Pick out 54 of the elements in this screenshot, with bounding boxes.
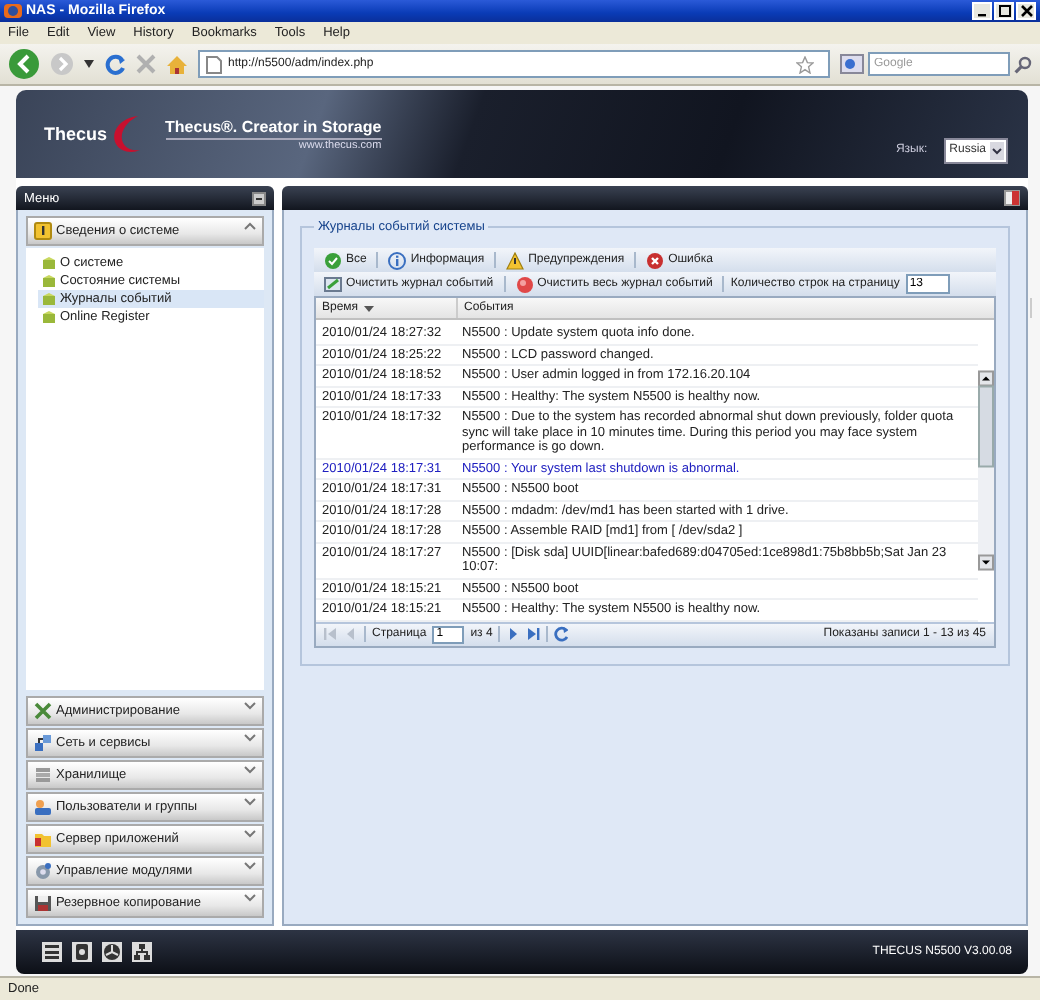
server-icon — [34, 766, 52, 784]
search-icon[interactable] — [1014, 55, 1032, 73]
tagline: Thecus®. Creator in Storage — [165, 117, 382, 139]
sort-icon[interactable] — [364, 305, 375, 311]
minimize-icon[interactable] — [252, 191, 266, 205]
package-icon — [42, 310, 56, 324]
swoosh-icon — [109, 112, 142, 156]
expand-icon[interactable] — [244, 702, 256, 710]
page-icon — [206, 55, 222, 73]
refresh-icon[interactable] — [554, 626, 569, 642]
maximize-icon — [997, 4, 1011, 18]
expand-icon[interactable] — [244, 766, 256, 774]
star-icon[interactable] — [796, 55, 814, 73]
screen-icon — [324, 275, 342, 293]
dropdown-icon[interactable] — [84, 60, 94, 68]
expand-icon[interactable] — [244, 830, 256, 838]
user-icon — [34, 798, 52, 816]
close-button[interactable] — [1016, 2, 1036, 20]
expand-icon[interactable] — [244, 894, 256, 902]
expand-icon[interactable] — [244, 798, 256, 806]
info-icon — [34, 222, 52, 240]
reload-icon[interactable] — [104, 53, 126, 75]
next-icon[interactable] — [506, 626, 521, 642]
package-icon — [42, 292, 56, 306]
check-icon — [324, 251, 342, 269]
last-page-icon[interactable] — [526, 626, 541, 642]
home-icon[interactable] — [166, 53, 188, 75]
page-icon[interactable] — [1004, 190, 1020, 206]
firefox-icon — [4, 2, 22, 20]
expand-icon[interactable] — [244, 862, 256, 870]
folder-icon — [34, 830, 52, 848]
minimize-button[interactable] — [972, 2, 992, 20]
package-icon — [42, 256, 56, 270]
disk-icon[interactable] — [70, 940, 94, 964]
caret-icon — [990, 141, 1004, 159]
close-icon — [1019, 4, 1033, 18]
gear-icon — [34, 862, 52, 880]
fan-icon[interactable] — [100, 940, 124, 964]
ball-icon — [515, 275, 534, 293]
warning-icon — [506, 251, 525, 269]
network-icon[interactable] — [130, 940, 154, 964]
maximize-button[interactable] — [994, 2, 1014, 20]
collapse-icon[interactable] — [244, 222, 256, 230]
info-icon — [388, 251, 407, 269]
search-engine-icon[interactable] — [840, 54, 864, 74]
network-icon — [34, 734, 52, 752]
back-icon[interactable] — [8, 48, 40, 80]
server-icon[interactable] — [40, 940, 64, 964]
error-icon — [646, 251, 665, 269]
package-icon — [42, 274, 56, 288]
table-row[interactable] — [316, 408, 978, 459]
wrench-icon — [34, 702, 52, 720]
expand-icon[interactable] — [244, 734, 256, 742]
logo-text: Thecus — [44, 124, 108, 144]
